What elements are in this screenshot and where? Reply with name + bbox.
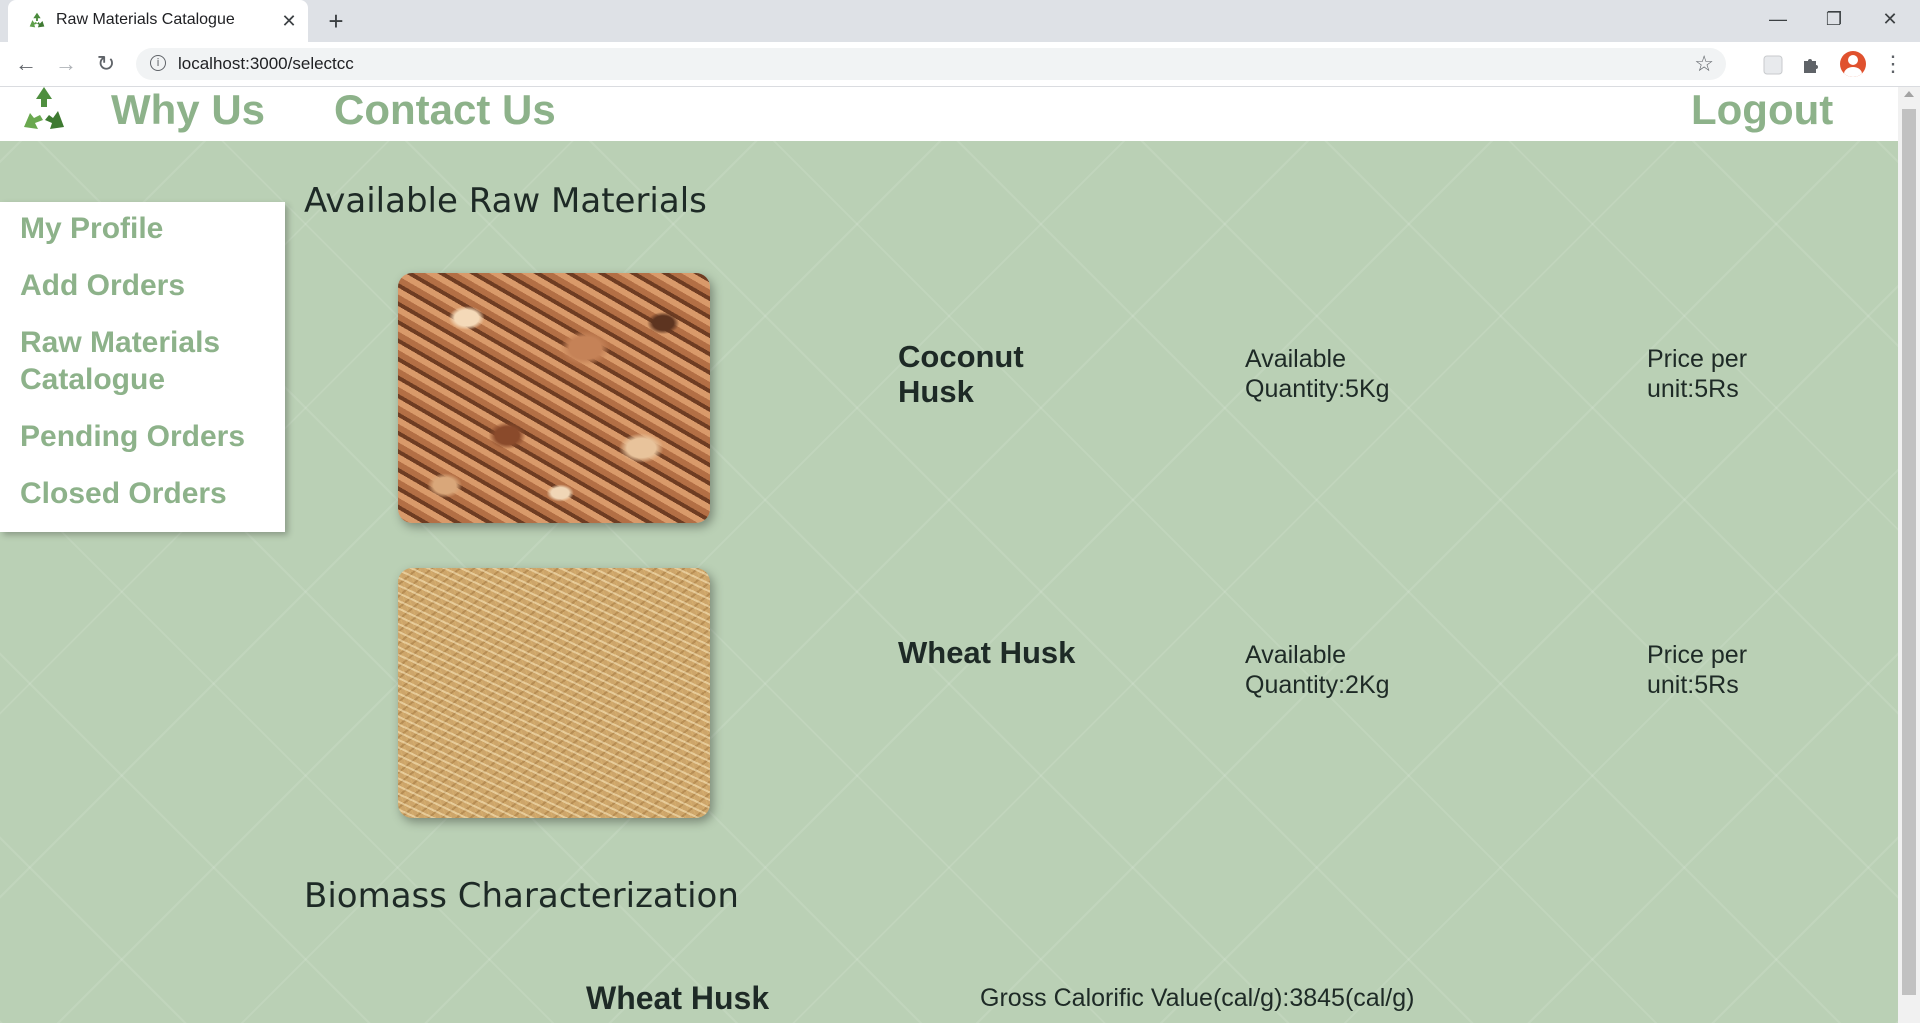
browser-toolbar: ← → ↻ i localhost:3000/selectcc ☆ ⋮ <box>0 42 1920 87</box>
scroll-thumb[interactable] <box>1902 109 1916 995</box>
new-tab-button[interactable]: + <box>322 8 350 36</box>
site-info-icon[interactable]: i <box>150 55 166 71</box>
product-name: Coconut Husk <box>898 339 1024 409</box>
site-header: Why Us Contact Us Logout <box>0 87 1898 141</box>
product-quantity: Available Quantity:2Kg <box>1245 641 1390 699</box>
extensions-puzzle-icon[interactable] <box>1800 54 1822 76</box>
sidebar-item-pending-orders[interactable]: Pending Orders <box>20 418 275 455</box>
nav-why-us[interactable]: Why Us <box>111 87 265 133</box>
minimize-button[interactable]: — <box>1750 0 1806 42</box>
scroll-up-arrow-icon[interactable] <box>1904 91 1914 97</box>
restore-button[interactable]: ❐ <box>1806 0 1862 42</box>
sidebar-item-my-profile[interactable]: My Profile <box>20 210 275 247</box>
sidebar-menu: My Profile Add Orders Raw Materials Cata… <box>0 202 285 532</box>
forward-arrow-icon[interactable]: → <box>52 50 80 78</box>
coconut-husk-image <box>398 273 710 523</box>
sidebar-item-closed-orders[interactable]: Closed Orders <box>20 475 275 512</box>
sidebar-item-add-orders[interactable]: Add Orders <box>20 267 275 304</box>
sidebar-item-raw-materials-catalogue[interactable]: Raw Materials Catalogue <box>20 324 275 398</box>
back-arrow-icon[interactable]: ← <box>12 50 40 78</box>
product-name: Wheat Husk <box>898 635 1076 670</box>
characterization-material-name: Wheat Husk <box>586 980 770 1016</box>
page-viewport: Why Us Contact Us Logout My Profile Add … <box>0 87 1920 1023</box>
recycle-logo-icon[interactable] <box>18 87 70 131</box>
browser-tab-strip: Raw Materials Catalogue ✕ + — ❐ ✕ <box>0 0 1920 42</box>
characterization-calorific-value: Gross Calorific Value(cal/g):3845(cal/g) <box>980 984 1415 1012</box>
catalogue-heading: Available Raw Materials <box>304 181 707 221</box>
close-window-button[interactable]: ✕ <box>1862 0 1918 42</box>
wheat-husk-image <box>398 568 710 818</box>
product-price: Price per unit:5Rs <box>1647 345 1748 403</box>
url-text[interactable]: localhost:3000/selectcc <box>178 54 354 74</box>
page-scrollbar[interactable] <box>1898 87 1920 1023</box>
tab-title: Raw Materials Catalogue <box>56 11 235 28</box>
address-bar[interactable]: i localhost:3000/selectcc ☆ <box>136 48 1726 80</box>
reload-icon[interactable]: ↻ <box>92 50 120 78</box>
bookmark-star-icon[interactable]: ☆ <box>1694 51 1714 77</box>
characterization-heading: Biomass Characterization <box>304 876 739 916</box>
product-quantity: Available Quantity:5Kg <box>1245 345 1390 403</box>
nav-contact-us[interactable]: Contact Us <box>334 87 556 133</box>
browser-menu-icon[interactable]: ⋮ <box>1882 50 1904 78</box>
recycle-favicon-icon <box>29 12 45 28</box>
extension-placeholder-icon[interactable] <box>1762 54 1784 76</box>
product-price: Price per unit:5Rs <box>1647 641 1748 699</box>
logout-link[interactable]: Logout <box>1691 87 1833 133</box>
tab-close-icon[interactable]: ✕ <box>278 10 300 32</box>
browser-tab[interactable]: Raw Materials Catalogue ✕ <box>8 0 308 42</box>
profile-avatar[interactable] <box>1840 51 1866 77</box>
